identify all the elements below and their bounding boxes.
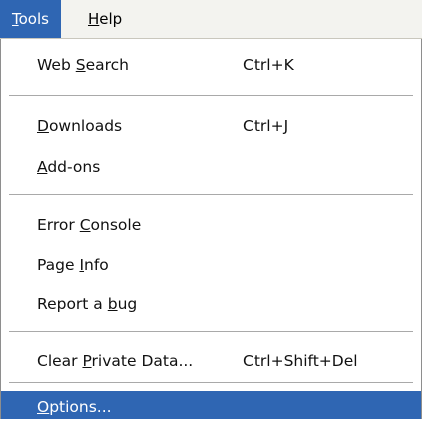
menu-help-mnemonic: H	[88, 10, 100, 28]
label-post: ptions...	[49, 398, 112, 416]
menu-separator	[9, 382, 413, 384]
menu-item-label: Clear Private Data...	[37, 343, 193, 379]
menu-item-label: Web Search	[37, 47, 129, 83]
menu-bar: Tools Help	[0, 0, 422, 39]
label-mnemonic: C	[79, 216, 91, 234]
menu-separator	[9, 95, 413, 97]
menu-tools-post: ools	[18, 10, 49, 28]
label-post: onsole	[90, 216, 142, 234]
menu-item-clear-private-data[interactable]: Clear Private Data... Ctrl+Shift+Del	[1, 343, 421, 379]
menu-item-label: Downloads	[37, 108, 122, 144]
label-post: ownloads	[48, 117, 123, 135]
menu-item-label: Error Console	[37, 207, 141, 243]
label-pre: Report a	[37, 295, 108, 313]
label-mnemonic: P	[82, 352, 92, 370]
menu-separator	[9, 194, 413, 196]
label-pre: Page	[37, 256, 80, 274]
menu-help-post: elp	[99, 10, 123, 28]
label-mnemonic: A	[37, 158, 48, 176]
menu-separator	[9, 331, 413, 333]
label-post: rivate Data...	[91, 352, 194, 370]
label-post: nfo	[84, 256, 109, 274]
menu-item-web-search[interactable]: Web Search Ctrl+K	[1, 47, 421, 83]
label-post: ug	[117, 295, 138, 313]
label-mnemonic: b	[107, 295, 118, 313]
label-pre: Error	[37, 216, 80, 234]
menu-item-label: Report a bug	[37, 286, 137, 322]
menu-tools-mnemonic: T	[12, 10, 19, 28]
label-mnemonic: O	[37, 398, 50, 416]
menu-tools[interactable]: Tools	[0, 0, 61, 38]
menu-help[interactable]: Help	[76, 0, 134, 38]
menu-item-label: Add-ons	[37, 149, 100, 185]
label-post: earch	[85, 56, 129, 74]
menu-item-report-a-bug[interactable]: Report a bug	[1, 286, 421, 322]
menu-item-page-info[interactable]: Page Info	[1, 247, 421, 283]
menu-item-add-ons[interactable]: Add-ons	[1, 149, 421, 185]
menu-item-options[interactable]: Options...	[1, 391, 421, 419]
menu-item-downloads[interactable]: Downloads Ctrl+J	[1, 108, 421, 144]
label-mnemonic: S	[75, 56, 86, 74]
menu-item-label: Page Info	[37, 247, 109, 283]
menu-item-shortcut: Ctrl+J	[243, 117, 289, 135]
menu-item-shortcut: Ctrl+Shift+Del	[243, 352, 358, 370]
tools-dropdown-menu: Web Search Ctrl+K Downloads Ctrl+J Add-o…	[0, 39, 422, 419]
label-mnemonic: D	[37, 117, 49, 135]
label-pre: Clear	[37, 352, 83, 370]
menu-item-label: Options...	[37, 391, 112, 423]
label-pre: Web	[37, 56, 76, 74]
menu-item-shortcut: Ctrl+K	[243, 56, 294, 74]
menu-item-error-console[interactable]: Error Console	[1, 207, 421, 243]
label-post: dd-ons	[47, 158, 101, 176]
